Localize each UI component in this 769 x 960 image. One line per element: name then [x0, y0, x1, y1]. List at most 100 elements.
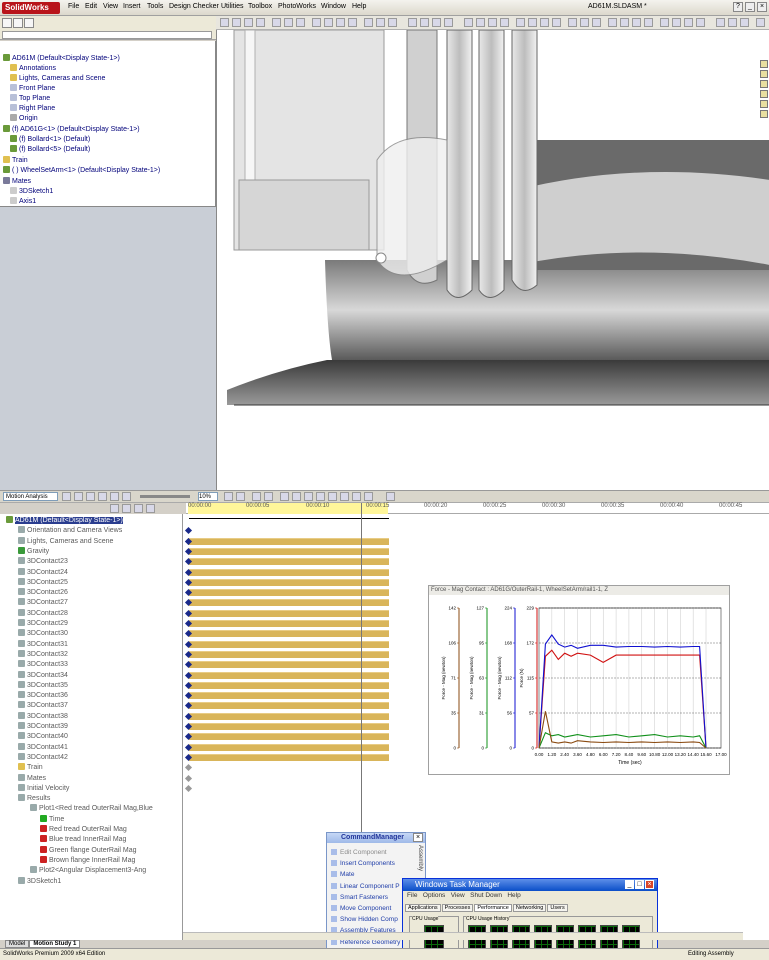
tree-item-top-plane[interactable]: Top Plane	[10, 94, 50, 102]
motion-tree-item[interactable]: Results	[18, 794, 50, 802]
results-plots-icon[interactable]	[352, 492, 361, 501]
timeline-bar[interactable]	[189, 671, 389, 679]
motion-tree-item[interactable]: 3DContact32	[18, 649, 68, 658]
tree-item-mates[interactable]: Mates	[3, 177, 31, 185]
feature-tree-tab-icon[interactable]	[2, 18, 12, 28]
timeline-bar[interactable]	[189, 723, 389, 730]
calculate-icon[interactable]	[62, 492, 71, 501]
timeline-bar[interactable]	[189, 620, 389, 627]
motion-tree-item[interactable]: Initial Velocity	[18, 783, 69, 792]
keyframe[interactable]	[184, 764, 193, 772]
toolbar-icon[interactable]	[716, 18, 725, 27]
menu-help[interactable]: Help	[352, 3, 366, 10]
command-item[interactable]: Edit Component	[331, 849, 387, 856]
motion-tree-item[interactable]: 3DContact40	[18, 732, 68, 740]
timeline-bar[interactable]	[189, 568, 389, 576]
menu-design-checker[interactable]: Design Checker	[169, 3, 219, 10]
timeline-bar[interactable]	[189, 640, 389, 648]
graphics-viewport[interactable]	[216, 30, 769, 490]
toolbar-icon[interactable]	[312, 18, 321, 27]
config-tab-icon[interactable]	[24, 18, 34, 28]
minimize-icon[interactable]: _	[625, 880, 634, 889]
toolbar-icon[interactable]	[580, 18, 589, 27]
toolbar-icon[interactable]	[500, 18, 509, 27]
toolbar-icon[interactable]	[476, 18, 485, 27]
motion-tree-item[interactable]: AD61M (Default<Display State-1>)	[6, 516, 123, 524]
motion-tree-item[interactable]: 3DContact27	[18, 598, 68, 606]
motion-tree-item[interactable]: 3DContact24	[18, 567, 68, 576]
menu-file[interactable]: File	[68, 3, 79, 10]
command-item[interactable]: Show Hidden Comp	[331, 916, 398, 923]
motion-tree-item[interactable]: 3DContact42	[18, 752, 68, 761]
toolbar-icon[interactable]	[348, 18, 357, 27]
toolbar-icon[interactable]	[324, 18, 333, 27]
menu-help[interactable]: Help	[507, 892, 520, 899]
toolbar-icon[interactable]	[284, 18, 293, 27]
tree-item-3dsketch[interactable]: 3DSketch1	[10, 187, 53, 195]
toolbar-icon[interactable]	[728, 18, 737, 27]
motion-tree-item[interactable]: Mates	[18, 773, 46, 782]
menu-view[interactable]: View	[451, 892, 465, 899]
timeline-bar[interactable]	[189, 578, 389, 586]
tree-item-wheelsetarm[interactable]: ( ) WheelSetArm<1> (Default<Display Stat…	[3, 166, 160, 174]
toolbar-icon[interactable]	[540, 18, 549, 27]
toolbar-icon[interactable]	[488, 18, 497, 27]
toolbar-icon[interactable]	[592, 18, 601, 27]
motion-tree-item[interactable]: 3DContact28	[18, 608, 68, 617]
toolbar-icon[interactable]	[756, 18, 765, 27]
toolbar-icon[interactable]	[444, 18, 453, 27]
save-animation-icon[interactable]	[224, 492, 233, 501]
timeline-bar[interactable]	[189, 743, 389, 751]
keyframe[interactable]	[184, 527, 193, 535]
command-item[interactable]: Move Component	[331, 905, 391, 912]
timeline-bar[interactable]	[189, 733, 389, 741]
keyframe[interactable]	[184, 784, 193, 792]
timeline-bar[interactable]	[189, 753, 389, 761]
playback-mode-icon[interactable]	[122, 492, 131, 501]
view-palette-icon[interactable]	[760, 90, 768, 98]
menu-shut-down[interactable]: Shut Down	[470, 892, 502, 899]
tree-item-origin[interactable]: Origin	[10, 114, 38, 122]
toolbar-icon[interactable]	[296, 18, 305, 27]
motion-tree-item[interactable]: 3DContact34	[18, 670, 68, 679]
study-properties-icon[interactable]	[364, 492, 373, 501]
menu-utilities[interactable]: Utilities	[221, 3, 244, 10]
timeline-bar[interactable]	[189, 537, 389, 545]
motion-tree-item[interactable]: 3DContact41	[18, 742, 68, 751]
zoom-select[interactable]: 10%	[198, 492, 218, 501]
menu-options[interactable]: Options	[423, 892, 445, 899]
motion-tree-item[interactable]: 3DSketch1	[18, 876, 61, 885]
toolbar-icon[interactable]	[232, 18, 241, 27]
appearances-icon[interactable]	[760, 100, 768, 108]
toolbar-icon[interactable]	[432, 18, 441, 27]
resources-icon[interactable]	[760, 60, 768, 68]
motion-tree-item[interactable]: 3DContact23	[18, 557, 68, 565]
file-explorer-icon[interactable]	[760, 80, 768, 88]
motion-tree-item[interactable]: Time	[40, 814, 64, 823]
tree-item-lights[interactable]: Lights, Cameras and Scene	[10, 74, 105, 82]
close-icon[interactable]: ×	[757, 2, 767, 12]
playback-speed-icon[interactable]	[110, 492, 119, 501]
timeline-bar[interactable]	[189, 681, 389, 689]
tree-item-root[interactable]: AD61M (Default<Display State-1>)	[3, 54, 120, 62]
filter-driving-icon[interactable]	[122, 504, 131, 513]
toolbar-icon[interactable]	[388, 18, 397, 27]
study-type-select[interactable]: Motion Analysis	[3, 492, 58, 501]
toolbar-icon[interactable]	[364, 18, 373, 27]
motion-tree-item[interactable]: 3DContact35	[18, 680, 68, 689]
tree-item-train[interactable]: Train	[3, 156, 28, 164]
tab-model[interactable]: Model	[5, 940, 30, 948]
property-tab-icon[interactable]	[13, 18, 23, 28]
close-icon[interactable]: ×	[645, 880, 654, 889]
timeline-bar[interactable]	[189, 599, 389, 607]
toolbar-icon[interactable]	[256, 18, 265, 27]
toolbar-icon[interactable]	[660, 18, 669, 27]
tree-item-annotations[interactable]: Annotations	[10, 64, 56, 72]
autokey-icon[interactable]	[252, 492, 261, 501]
playback-slider[interactable]	[140, 495, 190, 498]
force-icon[interactable]	[316, 492, 325, 501]
filter-selected-icon[interactable]	[134, 504, 143, 513]
tree-item-right-plane[interactable]: Right Plane	[10, 104, 55, 112]
motion-tree-item[interactable]: Plot1<Red tread OuterRail Mag,Blue	[30, 804, 153, 812]
tab-processes[interactable]: Processes	[441, 904, 474, 912]
